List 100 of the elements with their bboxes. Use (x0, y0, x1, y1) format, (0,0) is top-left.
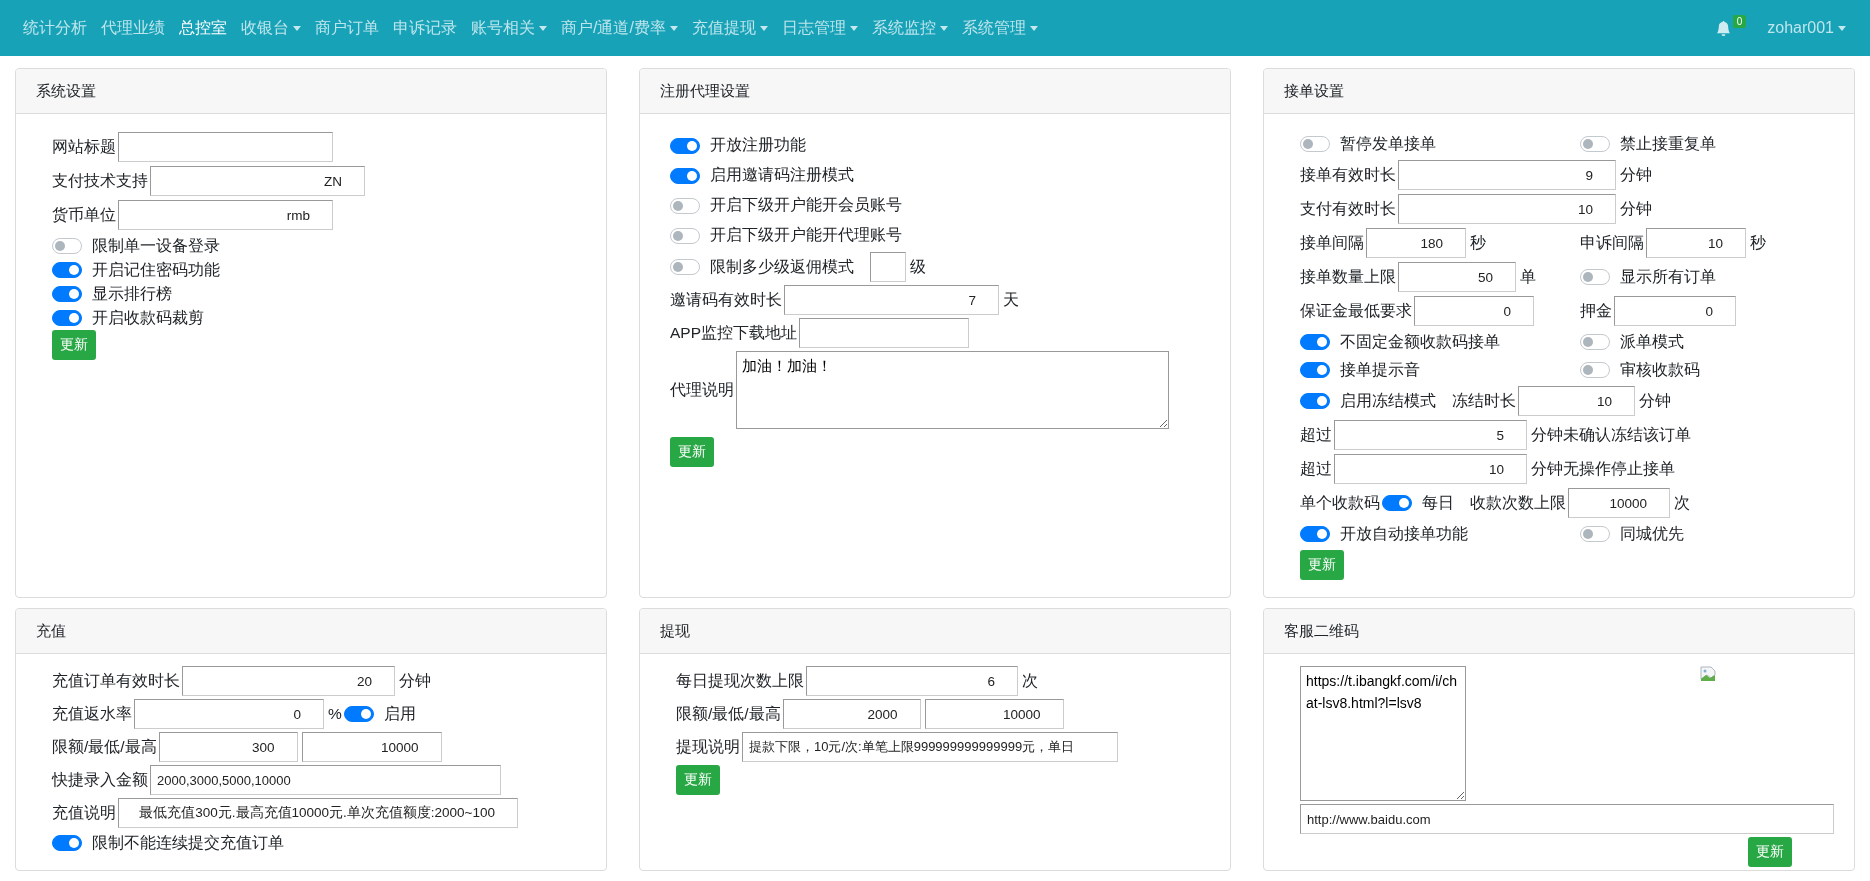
toggle-label: 开放自动接单功能 (1340, 523, 1468, 544)
input-field[interactable]: 提款下限，10元/次:单笔上限999999999999999元，单日 (742, 732, 1118, 762)
bell-icon[interactable] (1715, 20, 1731, 36)
field-label: 接单数量上限 (1300, 266, 1396, 287)
toggle-label: 同城优先 (1620, 523, 1684, 544)
field-label: % (328, 705, 342, 723)
toggle-switch[interactable] (670, 197, 700, 214)
input-field[interactable]: 7 (784, 285, 999, 315)
input-field[interactable]: 9 (1398, 160, 1616, 190)
input-field[interactable]: 10000 (1568, 488, 1670, 518)
card-title: 接单设置 (1284, 81, 1344, 101)
text-area[interactable]: https://t.ibangkf.com/i/chat-lsv8.html?l=lsv8 (1300, 666, 1466, 801)
toggle-label: 限制单一设备登录 (92, 235, 220, 256)
input-field[interactable]: 6 (806, 666, 1018, 696)
field-label: 货币单位 (52, 204, 116, 225)
field-label: 申诉间隔 (1580, 232, 1644, 253)
toggle-label: 开放注册功能 (710, 135, 806, 155)
caret-icon (1838, 25, 1846, 31)
input-field[interactable]: 0 (1614, 296, 1736, 326)
toggle-switch[interactable] (670, 167, 700, 184)
input-field[interactable]: 2000,3000,5000,10000 (150, 765, 501, 795)
toggle-switch[interactable] (52, 835, 82, 851)
toggle-switch[interactable] (1580, 526, 1610, 542)
toggle-switch[interactable] (52, 238, 82, 254)
input-field[interactable]: 0 (1414, 296, 1534, 326)
input-field[interactable]: 10000 (301, 732, 442, 762)
field-label: 分钟 (1639, 390, 1671, 411)
toggle-label: 启用邀请码注册模式 (710, 165, 854, 185)
input-field[interactable]: 0 (134, 699, 324, 729)
toggle-switch[interactable] (1300, 334, 1330, 350)
toggle-switch[interactable] (52, 310, 82, 326)
toggle-switch[interactable] (670, 137, 700, 154)
field-label: 秒 (1470, 232, 1486, 253)
toggle-switch[interactable] (1300, 136, 1330, 152)
input-field[interactable]: 10 (1398, 194, 1616, 224)
toggle-label: 禁止接重复单 (1620, 133, 1716, 154)
toggle-switch[interactable] (1580, 334, 1610, 350)
input-field[interactable]: http://www.baidu.com (1300, 804, 1834, 834)
toggle-label: 开启下级开户能开会员账号 (710, 195, 902, 215)
toggle-switch[interactable] (1300, 526, 1330, 542)
input-field[interactable]: 10000 (924, 699, 1064, 729)
toggle-label: 显示排行榜 (92, 283, 172, 304)
toggle-switch[interactable] (52, 286, 82, 302)
field-label: 天 (1003, 289, 1019, 310)
field-label: 分钟 (399, 670, 431, 691)
toggle-label: 启用冻结模式 (1340, 390, 1436, 411)
field-label: 次 (1022, 670, 1038, 691)
toggle-label: 开启记住密码功能 (92, 259, 220, 280)
input-field[interactable] (870, 252, 906, 282)
toggle-switch[interactable] (1580, 269, 1610, 285)
field-label: 分钟未确认冻结该订单 (1531, 424, 1691, 445)
toggle-switch[interactable] (1300, 362, 1330, 378)
input-field[interactable]: 10 (1518, 386, 1635, 416)
field-label: 级 (910, 256, 926, 277)
field-label: 次 (1674, 492, 1690, 513)
input-field[interactable]: 50 (1398, 262, 1516, 292)
toggle-switch[interactable] (670, 259, 700, 275)
input-field[interactable]: 10 (1334, 454, 1527, 484)
field-label: 代理说明 (670, 379, 734, 400)
input-field[interactable]: 300 (158, 732, 298, 762)
card-title: 充值 (36, 621, 66, 641)
input-field[interactable]: 20 (182, 666, 395, 696)
notification-badge: 0 (1732, 14, 1747, 28)
toggle-switch[interactable] (670, 227, 700, 244)
toggle-switch[interactable] (1300, 393, 1330, 409)
toggle-label: 审核收款码 (1620, 359, 1700, 380)
input-field[interactable] (799, 318, 969, 348)
toggle-label: 限制多少级返佣模式 (710, 256, 854, 277)
input-field[interactable]: rmb (118, 200, 333, 230)
field-label: 网站标题 (52, 136, 116, 157)
toggle-label: 限制不能连续提交充值订单 (92, 832, 284, 853)
field-label: 超过 (1300, 458, 1332, 479)
field-label: 限额/最低/最高 (52, 736, 157, 757)
toggle-switch[interactable] (1580, 136, 1610, 152)
input-field[interactable] (118, 132, 333, 162)
toggle-switch[interactable] (1382, 495, 1412, 511)
toggle-label: 接单提示音 (1340, 359, 1420, 380)
input-field[interactable]: 180 (1366, 228, 1466, 258)
field-label: 分钟 (1620, 198, 1652, 219)
text-area[interactable]: 加油！加油！ (736, 351, 1169, 429)
field-label: 分钟 (1620, 164, 1652, 185)
toggle-label: 开启下级开户能开代理账号 (710, 225, 902, 245)
field-label: 支付技术支持 (52, 170, 148, 191)
toggle-switch[interactable] (52, 262, 82, 278)
toggle-label: 不固定金额收款码接单 (1340, 331, 1500, 352)
input-field[interactable]: 最低充值300元.最高充值10000元.单次充值额度:2000~100 (118, 798, 518, 828)
card-title: 系统设置 (36, 81, 96, 101)
toggle-label: 暂停发单接单 (1340, 133, 1436, 154)
toggle-label: 开启收款码裁剪 (92, 307, 204, 328)
input-field[interactable]: 2000 (782, 699, 921, 729)
input-field[interactable]: 5 (1334, 420, 1527, 450)
toggle-switch[interactable] (343, 706, 374, 722)
field-label: 接单有效时长 (1300, 164, 1396, 185)
toggle-label: 启用 (383, 703, 416, 724)
field-label: 押金 (1580, 300, 1612, 321)
toggle-switch[interactable] (1580, 362, 1610, 378)
card-title: 客服二维码 (1284, 621, 1359, 641)
field-label: 充值说明 (52, 802, 116, 823)
input-field[interactable]: ZN (150, 166, 365, 196)
input-field[interactable]: 10 (1646, 228, 1746, 258)
